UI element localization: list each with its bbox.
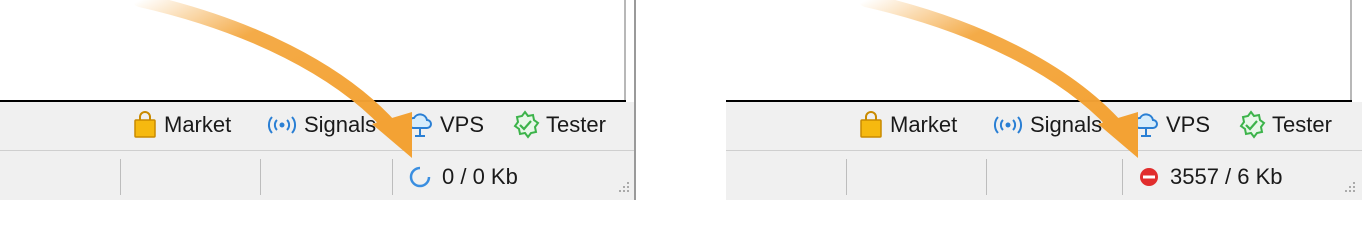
status-cell-divider bbox=[120, 159, 121, 195]
status-cell-divider bbox=[1122, 159, 1123, 195]
status-bar: 3557 / 6 Kb bbox=[726, 151, 1362, 200]
broadcast-signal-icon bbox=[268, 116, 296, 134]
broadcast-signal-icon bbox=[994, 116, 1022, 134]
status-cell-divider bbox=[986, 159, 987, 195]
tab-market-label: Market bbox=[164, 112, 232, 137]
gear-check-icon bbox=[1239, 110, 1266, 139]
tab-tester-label: Tester bbox=[1272, 112, 1332, 137]
tab-vps[interactable]: VPS bbox=[406, 108, 484, 142]
tab-vps-label: VPS bbox=[440, 112, 485, 137]
traffic-counter: 0 / 0 Kb bbox=[442, 164, 518, 189]
connection-status[interactable]: 3557 / 6 Kb bbox=[1138, 159, 1283, 195]
toolbox-tabs-bar: Market Signals VPS Tester bbox=[0, 102, 636, 150]
tab-market-label: Market bbox=[890, 112, 958, 137]
traffic-counter: 3557 / 6 Kb bbox=[1170, 164, 1283, 189]
shopping-bag-icon bbox=[134, 111, 156, 138]
right-terminal-panel: Market Signals VPS Tester 3557 / 6 Kb bbox=[726, 0, 1362, 200]
tab-signals[interactable]: Signals bbox=[266, 108, 376, 142]
chart-right-border bbox=[1350, 0, 1352, 101]
tab-signals-label: Signals bbox=[1030, 112, 1103, 137]
toolbox-tabs-bar: Market Signals VPS Tester bbox=[726, 102, 1362, 150]
tab-vps[interactable]: VPS bbox=[1132, 108, 1210, 142]
connection-status[interactable]: 0 / 0 Kb bbox=[408, 159, 518, 195]
tab-tester[interactable]: Tester bbox=[510, 108, 606, 142]
panel-right-edge bbox=[634, 0, 636, 200]
tab-market[interactable]: Market bbox=[858, 108, 957, 142]
tab-vps-label: VPS bbox=[1166, 112, 1211, 137]
resize-grip-icon[interactable] bbox=[1342, 180, 1356, 194]
status-cell-divider bbox=[392, 159, 393, 195]
tab-signals-label: Signals bbox=[304, 112, 377, 137]
tab-tester-label: Tester bbox=[546, 112, 606, 137]
gear-check-icon bbox=[513, 110, 540, 139]
chart-area bbox=[726, 0, 1362, 101]
chart-right-border bbox=[624, 0, 626, 101]
cloud-server-icon bbox=[1133, 113, 1158, 137]
no-connection-icon bbox=[1140, 168, 1158, 186]
shopping-bag-icon bbox=[860, 111, 882, 138]
left-terminal-panel: Market Signals VPS Tester 0 / 0 Kb bbox=[0, 0, 636, 200]
status-cell-divider bbox=[260, 159, 261, 195]
status-bar: 0 / 0 Kb bbox=[0, 151, 636, 200]
status-cell-divider bbox=[846, 159, 847, 195]
tab-signals[interactable]: Signals bbox=[992, 108, 1102, 142]
tab-tester[interactable]: Tester bbox=[1236, 108, 1332, 142]
cloud-server-icon bbox=[407, 113, 432, 137]
chart-area bbox=[0, 0, 636, 101]
tab-market[interactable]: Market bbox=[132, 108, 231, 142]
connecting-spinner-icon bbox=[409, 166, 431, 188]
resize-grip-icon[interactable] bbox=[616, 180, 630, 194]
